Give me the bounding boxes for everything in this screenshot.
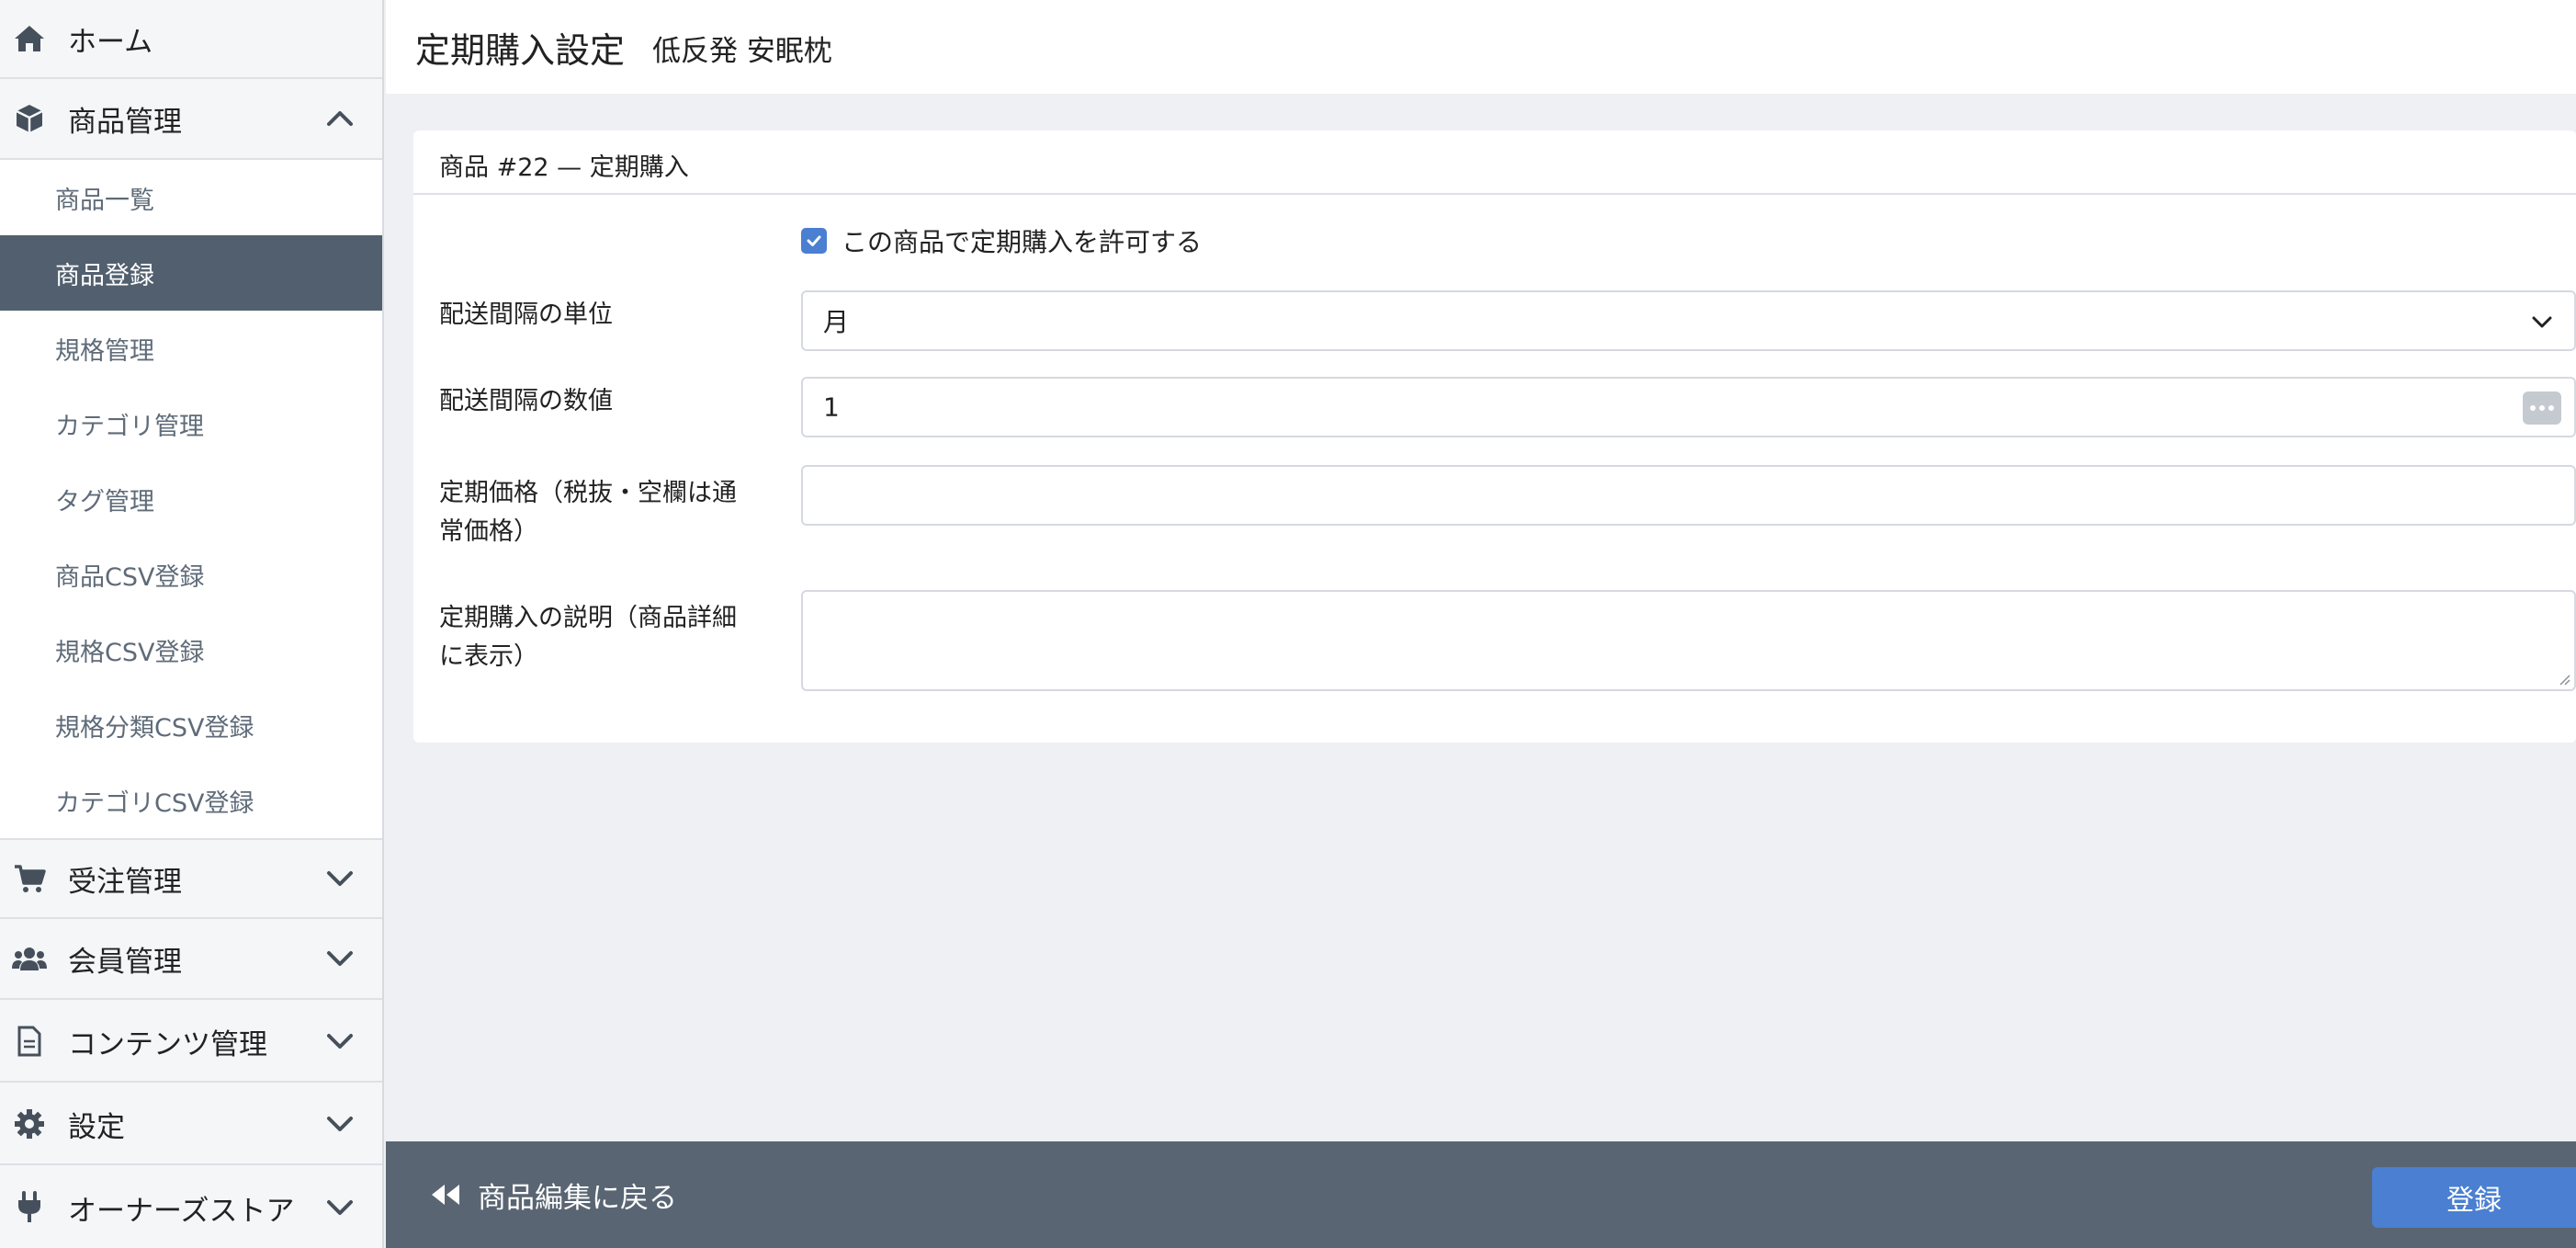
nav-home-label: ホーム <box>68 25 153 59</box>
card-header: 商品 #22 — 定期購入 <box>413 130 2576 195</box>
allow-subscription-label[interactable]: この商品で定期購入を許可する <box>842 222 1202 259</box>
chevron-down-icon <box>2532 316 2552 328</box>
allow-subscription-checkbox[interactable] <box>801 228 827 254</box>
subscription-card: 商品 #22 — 定期購入 この商品で定期購入を許可する 配送間隔の単位 月 配… <box>413 130 2576 743</box>
sidebar-item-category-management[interactable]: カテゴリ管理 <box>0 386 382 461</box>
sidebar-item-label: 商品CSV登録 <box>55 562 205 592</box>
nav-settings-label: 設定 <box>68 1110 125 1144</box>
interval-unit-value: 月 <box>823 307 850 337</box>
chevron-down-icon <box>327 951 353 966</box>
page-header: 定期購入設定 低反発 安眠枕 <box>386 0 2576 94</box>
sidebar-item-product-list[interactable]: 商品一覧 <box>0 160 382 235</box>
subscription-price-input[interactable] <box>801 465 2576 526</box>
sidebar-item-label: カテゴリCSV登録 <box>55 789 254 818</box>
users-icon <box>11 940 48 977</box>
nav-owners-store-label: オーナーズストア <box>68 1194 295 1228</box>
sidebar-item-label: 規格分類CSV登録 <box>55 713 254 743</box>
chevron-down-icon <box>327 1117 353 1131</box>
interval-value-text: 1 <box>823 391 840 423</box>
check-icon <box>807 235 821 246</box>
subscription-price-label-line2: 常価格） <box>439 517 538 546</box>
nav-product-management[interactable]: 商品管理 <box>0 79 382 160</box>
sidebar-item-label: 商品一覧 <box>55 186 154 215</box>
nav-order-management[interactable]: 受注管理 <box>0 838 382 919</box>
box-icon <box>11 100 48 137</box>
subscription-price-label-line1: 定期価格（税抜・空欄は通 <box>439 479 737 507</box>
nav-owners-store[interactable]: オーナーズストア <box>0 1167 382 1248</box>
sidebar-item-label: 商品登録 <box>55 261 154 290</box>
nav-settings[interactable]: 設定 <box>0 1084 382 1165</box>
sidebar-item-product-register[interactable]: 商品登録 <box>0 235 382 311</box>
interval-unit-select[interactable]: 月 <box>801 290 2576 351</box>
nav-order-management-label: 受注管理 <box>68 865 182 899</box>
resize-handle-icon[interactable] <box>2556 671 2570 686</box>
sidebar-item-product-csv[interactable]: 商品CSV登録 <box>0 537 382 612</box>
chevron-down-icon <box>327 1034 353 1049</box>
back-link-label: 商品編集に戻る <box>478 1181 677 1215</box>
back-to-product-edit-link[interactable]: 商品編集に戻る <box>430 1141 677 1248</box>
register-button[interactable]: 登録 <box>2372 1167 2576 1228</box>
sidebar-item-spec-class-csv[interactable]: 規格分類CSV登録 <box>0 687 382 763</box>
sidebar-item-category-csv[interactable]: カテゴリCSV登録 <box>0 763 382 838</box>
cart-icon <box>11 860 48 897</box>
nav-home[interactable]: ホーム <box>0 0 382 79</box>
page-subtitle: 低反発 安眠枕 <box>652 35 832 68</box>
more-icon[interactable] <box>2523 391 2561 425</box>
interval-value-label: 配送間隔の数値 <box>439 387 613 415</box>
page-title: 定期購入設定 <box>415 30 626 71</box>
nav-member-management[interactable]: 会員管理 <box>0 919 382 1000</box>
nav-member-management-label: 会員管理 <box>68 945 182 979</box>
plug-icon <box>11 1189 48 1226</box>
subscription-description-textarea[interactable] <box>801 590 2576 691</box>
sidebar-item-label: 規格管理 <box>55 336 154 366</box>
nav-content-management-label: コンテンツ管理 <box>68 1027 267 1061</box>
sidebar-item-spec-management[interactable]: 規格管理 <box>0 311 382 386</box>
file-icon <box>11 1023 48 1060</box>
chevron-down-icon <box>327 1200 353 1215</box>
footer-bar: 商品編集に戻る 登録 <box>386 1141 2576 1248</box>
chevron-down-icon <box>327 871 353 886</box>
gear-icon <box>11 1106 48 1142</box>
sidebar: ホーム 商品管理 商品一覧 商品登録 規格管理 カテゴリ管理 タグ管理 商品CS… <box>0 0 384 1248</box>
home-icon <box>11 20 48 57</box>
interval-value-input[interactable]: 1 <box>801 377 2576 437</box>
subscription-price-label: 定期価格（税抜・空欄は通 常価格） <box>439 474 737 551</box>
nav-content-management[interactable]: コンテンツ管理 <box>0 1002 382 1083</box>
sidebar-item-label: タグ管理 <box>55 487 154 516</box>
nav-product-management-label: 商品管理 <box>68 105 182 139</box>
subscription-description-label: 定期購入の説明（商品詳細 に表示） <box>439 599 737 676</box>
interval-unit-label: 配送間隔の単位 <box>439 301 613 329</box>
sidebar-item-tag-management[interactable]: タグ管理 <box>0 461 382 537</box>
card-title: 商品 #22 — 定期購入 <box>439 153 689 182</box>
chevron-up-icon <box>327 111 353 126</box>
subscription-description-label-line1: 定期購入の説明（商品詳細 <box>439 604 737 632</box>
sidebar-item-spec-csv[interactable]: 規格CSV登録 <box>0 612 382 687</box>
sidebar-item-label: 規格CSV登録 <box>55 638 205 667</box>
subscription-description-label-line2: に表示） <box>439 642 538 671</box>
sidebar-item-label: カテゴリ管理 <box>55 412 204 441</box>
double-chevron-left-icon <box>432 1185 459 1205</box>
